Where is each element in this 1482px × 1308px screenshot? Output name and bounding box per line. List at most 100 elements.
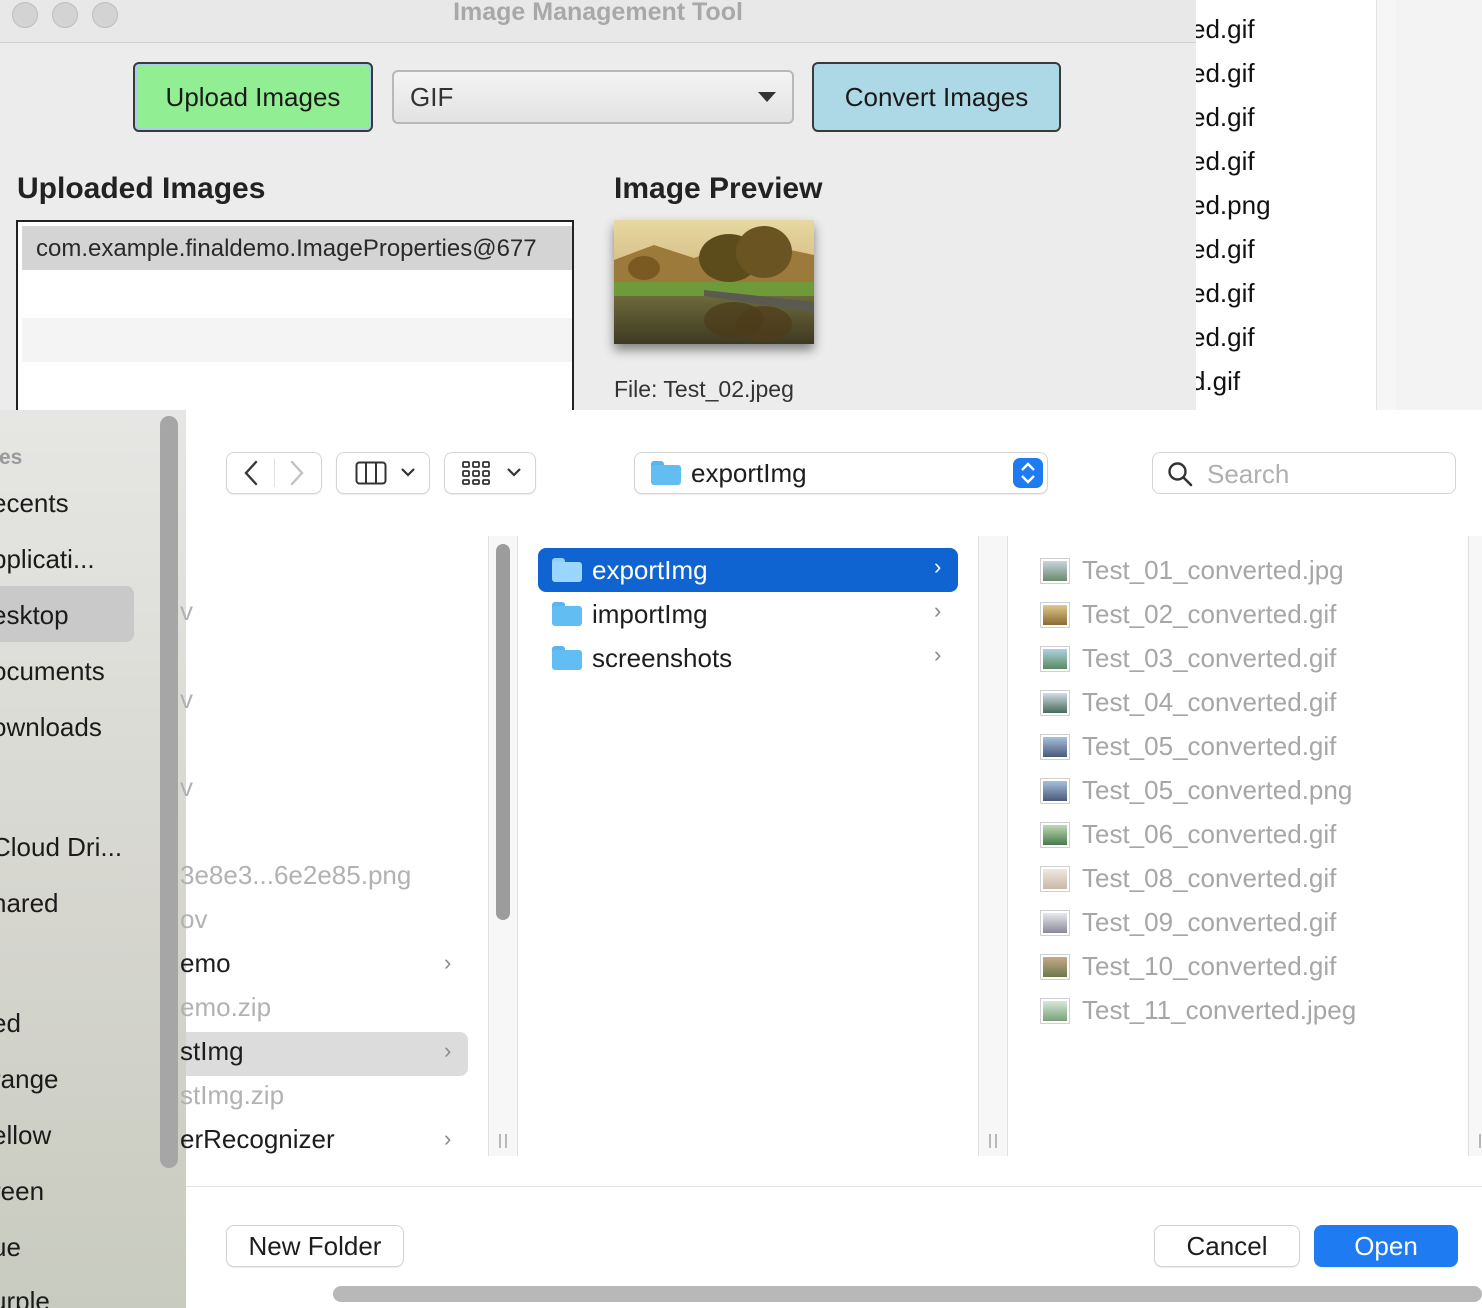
chevron-down-icon xyxy=(758,92,776,102)
folder-row-screenshots[interactable]: screenshots › xyxy=(538,636,958,680)
sidebar-item-icloud-drive[interactable]: Cloud Dri... xyxy=(0,832,122,863)
column1-scrollbar[interactable] xyxy=(496,544,510,920)
sidebar-item-tag-red[interactable]: ed xyxy=(0,1008,21,1039)
sidebar-item-documents[interactable]: ocuments xyxy=(0,656,105,687)
list-row-empty xyxy=(22,362,572,406)
location-label: exportImg xyxy=(691,458,807,488)
background-scrollbar[interactable] xyxy=(1376,0,1397,410)
image-preview-thumbnail xyxy=(614,220,814,344)
sidebar-item-tag-blue[interactable]: ue xyxy=(0,1232,21,1263)
sidebar-item-tag-purple[interactable]: urple xyxy=(0,1286,50,1308)
sidebar-item-downloads[interactable]: ownloads xyxy=(0,712,102,743)
column-divider[interactable] xyxy=(1468,536,1482,1156)
location-popup[interactable]: exportImg xyxy=(634,452,1048,494)
file-row[interactable]: Test_10_converted.gif xyxy=(1040,944,1460,988)
horizontal-scrollbar[interactable] xyxy=(333,1286,1482,1302)
list-item[interactable]: ed.gif xyxy=(1196,102,1255,133)
list-item[interactable]: stImg.zip xyxy=(180,1080,284,1111)
list-item[interactable]: 3e8e3...6e2e85.png xyxy=(180,860,411,891)
list-item[interactable]: com.example.finaldemo.ImageProperties@67… xyxy=(22,226,572,270)
list-item[interactable]: v xyxy=(180,684,193,715)
file-name: Test_03_converted.gif xyxy=(1082,643,1337,673)
folder-label: screenshots xyxy=(592,643,733,673)
list-item[interactable]: ed.png xyxy=(1196,190,1271,221)
image-thumbnail-icon xyxy=(1040,822,1070,848)
uploaded-images-list[interactable]: com.example.finaldemo.ImageProperties@67… xyxy=(16,220,574,410)
chevron-right-icon: › xyxy=(444,1126,452,1151)
list-item[interactable]: ed.gif xyxy=(1196,278,1255,309)
file-row[interactable]: Test_04_converted.gif xyxy=(1040,680,1460,724)
convert-images-button[interactable]: Convert Images xyxy=(812,62,1061,132)
image-thumbnail-icon xyxy=(1040,558,1070,584)
list-item[interactable]: emo.zip xyxy=(180,992,271,1023)
list-item[interactable]: emo xyxy=(180,948,231,979)
image-thumbnail-icon xyxy=(1040,602,1070,628)
list-item[interactable]: ed.gif xyxy=(1196,234,1255,265)
image-thumbnail-icon xyxy=(1040,734,1070,760)
sidebar-item-tag-green[interactable]: reen xyxy=(0,1176,44,1207)
folder-row-exportimg[interactable]: exportImg › xyxy=(538,548,958,592)
chevron-down-icon xyxy=(401,468,415,477)
file-row[interactable]: Test_03_converted.gif xyxy=(1040,636,1460,680)
chevron-right-icon: › xyxy=(934,598,942,623)
file-row[interactable]: Test_05_converted.gif xyxy=(1040,724,1460,768)
chevron-right-icon xyxy=(290,460,304,486)
list-item[interactable]: erRecognizer xyxy=(180,1124,335,1155)
sidebar-item-applications[interactable]: pplicati... xyxy=(0,544,95,575)
file-row[interactable]: Test_01_converted.jpg xyxy=(1040,548,1460,592)
file-row[interactable]: Test_06_converted.gif xyxy=(1040,812,1460,856)
uploaded-images-heading: Uploaded Images xyxy=(17,172,266,205)
image-thumbnail-icon xyxy=(1040,866,1070,892)
list-item[interactable]: ed.gif xyxy=(1196,14,1255,45)
format-select-value: GIF xyxy=(410,82,454,112)
chevron-right-icon: › xyxy=(444,1038,452,1063)
search-placeholder: Search xyxy=(1207,459,1290,489)
desktop-background xyxy=(1396,0,1482,410)
list-item[interactable]: stImg xyxy=(180,1036,244,1067)
list-row-empty xyxy=(22,318,572,362)
search-icon xyxy=(1168,462,1193,487)
new-folder-button[interactable]: New Folder xyxy=(226,1225,404,1267)
forward-button[interactable] xyxy=(273,453,321,493)
preview-file-name: File: Test_02.jpeg xyxy=(614,376,794,402)
list-item[interactable]: v xyxy=(180,596,193,627)
view-mode-button[interactable] xyxy=(336,452,430,494)
file-row[interactable]: Test_05_converted.png xyxy=(1040,768,1460,812)
list-item[interactable]: ed.gif xyxy=(1196,58,1255,89)
cancel-button[interactable]: Cancel xyxy=(1154,1225,1300,1267)
window-title: Image Management Tool xyxy=(453,0,743,26)
file-row[interactable]: Test_02_converted.gif xyxy=(1040,592,1460,636)
dialog-sidebar: tes ecents pplicati... esktop ocuments o… xyxy=(0,410,187,1308)
folder-icon xyxy=(552,646,582,670)
list-item[interactable]: ov xyxy=(180,904,207,935)
file-name: Test_06_converted.gif xyxy=(1082,819,1337,849)
upload-images-button[interactable]: Upload Images xyxy=(133,62,373,132)
image-preview-heading: Image Preview xyxy=(614,172,823,205)
sidebar-section-favorites: tes xyxy=(0,446,23,469)
sidebar-item-recents[interactable]: ecents xyxy=(0,488,69,519)
column-divider[interactable] xyxy=(978,536,1008,1156)
column-browser: v v v 3e8e3...6e2e85.png ov emo › emo.zi… xyxy=(180,536,1482,1302)
image-thumbnail-icon xyxy=(1040,690,1070,716)
folder-label: exportImg xyxy=(592,555,708,585)
format-select[interactable]: GIF xyxy=(392,70,794,124)
title-bar: Image Management Tool xyxy=(0,0,1196,43)
sidebar-item-tag-yellow[interactable]: ellow xyxy=(0,1120,51,1151)
file-row[interactable]: Test_08_converted.gif xyxy=(1040,856,1460,900)
group-by-button[interactable] xyxy=(444,452,536,494)
folder-row-importimg[interactable]: importImg › xyxy=(538,592,958,636)
file-row[interactable]: Test_11_converted.jpeg xyxy=(1040,988,1460,1032)
list-item[interactable]: ed.gif xyxy=(1196,146,1255,177)
sidebar-item-tag-orange[interactable]: range xyxy=(0,1064,59,1095)
list-item[interactable]: ed.gif xyxy=(1196,322,1255,353)
open-button[interactable]: Open xyxy=(1314,1225,1458,1267)
sidebar-item-desktop[interactable]: esktop xyxy=(0,600,69,631)
back-button[interactable] xyxy=(227,453,275,493)
search-input[interactable]: Search xyxy=(1152,452,1456,494)
sidebar-scrollbar[interactable] xyxy=(160,416,178,1168)
file-row[interactable]: Test_09_converted.gif xyxy=(1040,900,1460,944)
sidebar-item-shared[interactable]: hared xyxy=(0,888,59,919)
file-name: Test_05_converted.png xyxy=(1082,775,1353,805)
list-item[interactable]: v xyxy=(180,772,193,803)
list-item[interactable]: d.gif xyxy=(1196,366,1240,397)
